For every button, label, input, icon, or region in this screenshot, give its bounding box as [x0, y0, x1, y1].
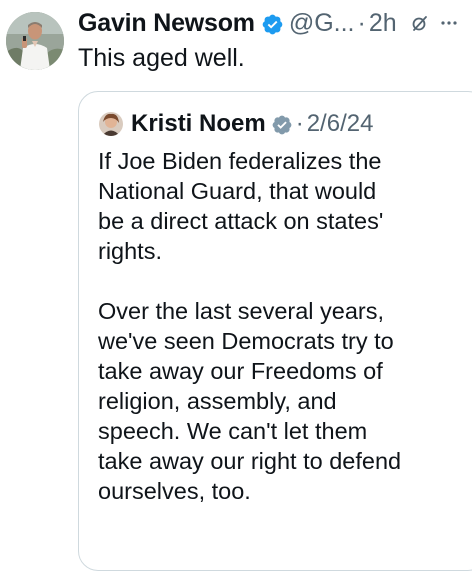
- tweet-header: Gavin Newsom @G... · 2h: [78, 6, 468, 40]
- quote-author-avatar[interactable]: [99, 112, 123, 136]
- grok-icon[interactable]: [411, 14, 429, 32]
- quoted-tweet-text: If Joe Biden federalizes the National Gu…: [98, 148, 402, 504]
- author-avatar[interactable]: [6, 12, 64, 70]
- author-name[interactable]: Gavin Newsom: [78, 6, 255, 40]
- verified-badge-icon[interactable]: [261, 13, 284, 36]
- separator-dot: ·: [357, 9, 366, 37]
- tweet-text: This aged well.: [78, 44, 245, 72]
- verified-badge-icon[interactable]: [271, 114, 293, 136]
- quote-author-name[interactable]: Kristi Noem: [131, 110, 266, 138]
- separator-dot: ·: [295, 110, 304, 137]
- quote-date[interactable]: 2/6/24: [307, 110, 374, 138]
- more-icon[interactable]: [441, 20, 457, 26]
- quoted-tweet-card[interactable]: Kristi Noem · 2/6/24 If Joe Biden federa…: [78, 91, 472, 571]
- tweet-timestamp[interactable]: 2h: [369, 6, 397, 40]
- author-handle[interactable]: @G...: [289, 6, 355, 40]
- quoted-tweet-header: Kristi Noem · 2/6/24: [99, 109, 373, 139]
